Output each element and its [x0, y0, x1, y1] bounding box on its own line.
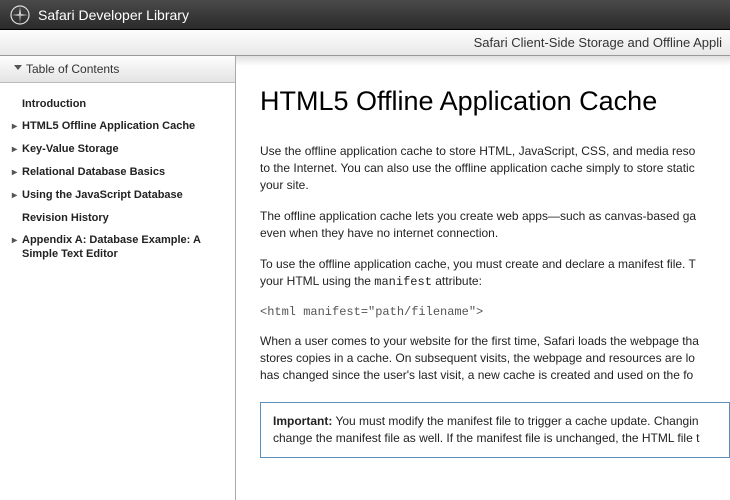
chevron-down-icon [14, 65, 22, 70]
breadcrumb-bar: Safari Client-Side Storage and Offline A… [0, 30, 730, 56]
sidebar-item-label: Using the JavaScript Database [22, 188, 229, 202]
sidebar: Table of Contents Introduction▸HTML5 Off… [0, 56, 236, 500]
article: HTML5 Offline Application Cache Use the … [236, 66, 730, 458]
chevron-right-icon: ▸ [12, 234, 22, 248]
sidebar-item-label: Appendix A: Database Example: A Simple T… [22, 233, 229, 261]
header-title: Safari Developer Library [38, 7, 189, 23]
chevron-right-icon: ▸ [12, 166, 22, 180]
content-shadow [236, 56, 730, 66]
compass-icon [10, 5, 30, 25]
main-container: Table of Contents Introduction▸HTML5 Off… [0, 56, 730, 500]
app-header: Safari Developer Library [0, 0, 730, 30]
breadcrumb-title: Safari Client-Side Storage and Offline A… [474, 35, 722, 50]
sidebar-item[interactable]: Introduction [12, 93, 229, 115]
sidebar-item[interactable]: Revision History [12, 207, 229, 229]
toc-label: Table of Contents [26, 62, 119, 76]
toc-list: Introduction▸HTML5 Offline Application C… [0, 83, 235, 275]
sidebar-item[interactable]: ▸Key-Value Storage [12, 138, 229, 161]
sidebar-item[interactable]: ▸HTML5 Offline Application Cache [12, 115, 229, 138]
important-label: Important: [273, 414, 332, 428]
sidebar-item-label: Revision History [22, 211, 229, 225]
paragraph: The offline application cache lets you c… [260, 208, 730, 242]
sidebar-item-label: Introduction [22, 97, 229, 111]
paragraph: Use the offline application cache to sto… [260, 143, 730, 194]
page-title: HTML5 Offline Application Cache [260, 86, 730, 117]
chevron-right-icon: ▸ [12, 120, 22, 134]
chevron-right-icon: ▸ [12, 189, 22, 203]
sidebar-item[interactable]: ▸Using the JavaScript Database [12, 184, 229, 207]
inline-code: manifest [374, 275, 432, 289]
paragraph: When a user comes to your website for th… [260, 333, 730, 384]
sidebar-item-label: Key-Value Storage [22, 142, 229, 156]
sidebar-item-label: Relational Database Basics [22, 165, 229, 179]
toc-header[interactable]: Table of Contents [0, 56, 235, 83]
sidebar-item[interactable]: ▸Appendix A: Database Example: A Simple … [12, 229, 229, 265]
sidebar-item[interactable]: ▸Relational Database Basics [12, 161, 229, 184]
content-area: HTML5 Offline Application Cache Use the … [236, 56, 730, 500]
paragraph: To use the offline application cache, yo… [260, 256, 730, 291]
code-block: <html manifest="path/filename"> [260, 305, 730, 319]
chevron-right-icon: ▸ [12, 143, 22, 157]
sidebar-item-label: HTML5 Offline Application Cache [22, 119, 229, 133]
important-callout: Important: You must modify the manifest … [260, 402, 730, 458]
